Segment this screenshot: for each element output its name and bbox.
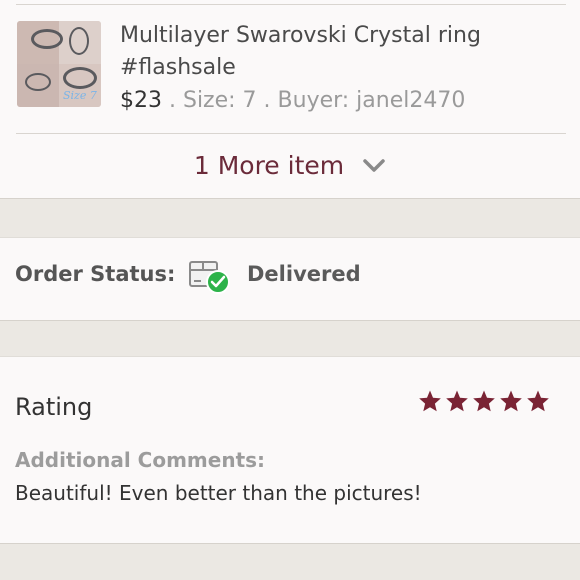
star-icon — [527, 390, 549, 412]
item-size: . Size: 7 — [162, 88, 257, 113]
star-icon — [500, 390, 522, 412]
order-status-label: Order Status: — [15, 262, 176, 286]
ring-image — [25, 73, 51, 91]
additional-comments-label: Additional Comments: — [15, 448, 266, 472]
package-delivered-icon — [189, 261, 230, 294]
chevron-down-icon — [363, 158, 385, 172]
more-items-label: 1 More item — [193, 151, 345, 180]
item-meta: $23 . Size: 7 . Buyer: janel2470 — [120, 86, 465, 116]
rating-label: Rating — [15, 393, 93, 421]
rating-card: Rating Additional Comments: Beautiful! E… — [0, 356, 580, 544]
thumb-size-label: Size 7 — [63, 89, 97, 102]
more-items-button[interactable]: 1 More item — [0, 133, 580, 198]
additional-comments-text: Beautiful! Even better than the pictures… — [15, 481, 422, 505]
order-status-value: Delivered — [247, 262, 361, 286]
star-rating — [418, 389, 550, 413]
ring-image — [69, 27, 89, 55]
ring-image — [31, 29, 63, 49]
item-thumbnail[interactable]: Size 7 — [17, 21, 101, 107]
order-item-card: Size 7 Multilayer Swarovski Crystal ring… — [0, 0, 580, 199]
star-icon — [419, 390, 441, 412]
top-divider — [16, 4, 566, 5]
star-icon — [473, 390, 495, 412]
ring-image — [63, 67, 97, 89]
item-price: $23 — [120, 88, 162, 113]
star-icon — [446, 390, 468, 412]
item-buyer: . Buyer: janel2470 — [256, 88, 466, 113]
item-title[interactable]: Multilayer Swarovski Crystal ring #flash… — [120, 20, 560, 84]
order-status-card: Order Status: Delivered — [0, 237, 580, 321]
